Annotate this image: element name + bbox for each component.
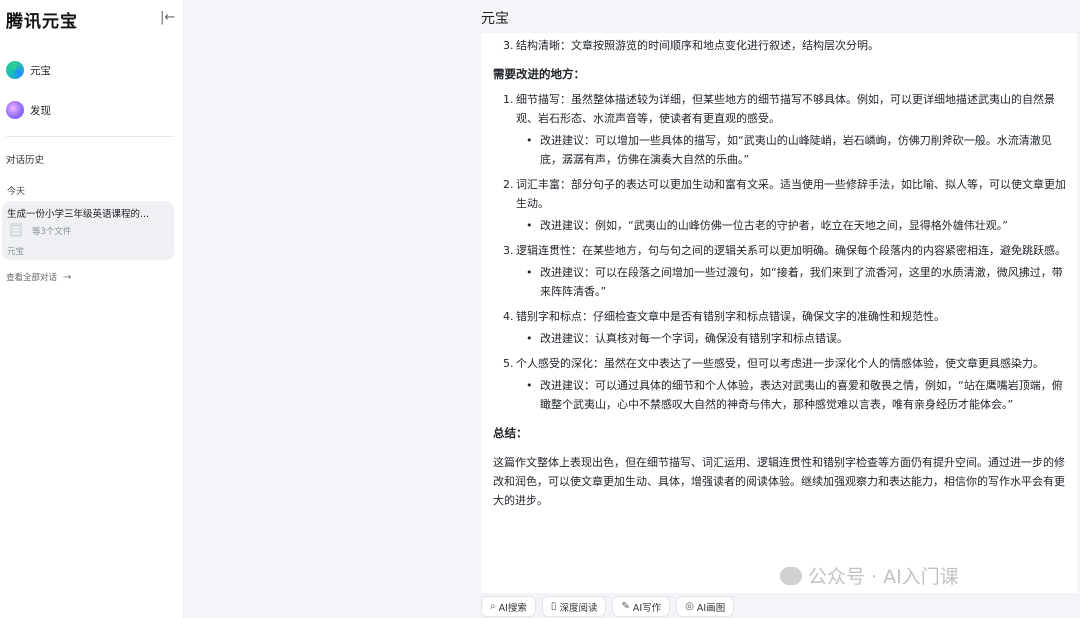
list-number: 3.	[503, 244, 514, 257]
list-text: 词汇丰富：部分句子的表达可以更加生动和富有文采。适当使用一些修辞手法，如比喻、拟…	[516, 178, 1066, 210]
bullet-icon: •	[526, 379, 533, 392]
bullet-icon: •	[526, 332, 533, 345]
list-text: 逻辑连贯性：在某些地方，句与句之间的逻辑关系可以更加明确。确保每个段落内的内容紧…	[516, 244, 1066, 257]
list-item: 2. 词汇丰富：部分句子的表达可以更加生动和富有文采。适当使用一些修辞手法，如比…	[493, 175, 1067, 213]
list-item: 5. 个人感受的深化：虽然在文中表达了一些感受，但可以考虑进一步深化个人的情感体…	[493, 354, 1067, 373]
message-content: 3. 结构清晰：文章按照游览的时间顺序和地点变化进行叙述，结构层次分明。 需要改…	[481, 33, 1077, 593]
list-text: 改进建议：可以在段落之间增加一些过渡句，如“接着，我们来到了流香河，这里的水质清…	[540, 266, 1063, 298]
pen-icon: ✎	[621, 601, 630, 612]
chat-history-item[interactable]: 生成一份小学三年级英语课程的... 等3个文件 元宝	[2, 201, 174, 260]
arrow-right-icon: →	[63, 271, 72, 283]
sidebar-item-yuanbao[interactable]: 元宝	[6, 59, 51, 81]
ai-draw-button[interactable]: ◎ AI画图	[676, 596, 735, 617]
bullet-icon: •	[526, 134, 533, 147]
ai-write-button[interactable]: ✎ AI写作	[612, 596, 671, 617]
chat-source: 元宝	[7, 247, 25, 257]
file-icon	[10, 223, 22, 237]
wechat-icon	[780, 566, 802, 585]
app-brand: 腾讯元宝	[6, 12, 78, 32]
sub-list-item: • 改进建议：认真核对每一个字词，确保没有错别字和标点错误。	[493, 329, 1067, 348]
history-title: 对话历史	[6, 155, 45, 166]
watermark: 公众号 · AI入门课	[780, 562, 959, 589]
discover-icon	[6, 101, 24, 119]
sub-list-item: • 改进建议：可以增加一些具体的描写，如“武夷山的山峰陡峭，岩石嶙峋，仿佛刀削斧…	[493, 131, 1067, 169]
book-icon: ▯	[550, 601, 557, 612]
section-heading: 需要改进的地方：	[493, 67, 585, 81]
tool-label: AI写作	[632, 602, 662, 614]
deep-read-button[interactable]: ▯ 深度阅读	[541, 596, 607, 617]
sub-list-item: • 改进建议：可以在段落之间增加一些过渡句，如“接着，我们来到了流香河，这里的水…	[493, 263, 1067, 301]
search-icon: ⌕	[490, 601, 496, 612]
view-all-chats-link[interactable]: 查看全部对话 →	[6, 271, 72, 284]
list-text: 改进建议：可以增加一些具体的描写，如“武夷山的山峰陡峭，岩石嶙峋，仿佛刀削斧砍一…	[540, 134, 1052, 166]
list-item: 1. 细节描写：虽然整体描述较为详细，但某些地方的细节描写不够具体。例如，可以更…	[493, 90, 1067, 128]
list-text: 改进建议：认真核对每一个字词，确保没有错别字和标点错误。	[540, 332, 848, 345]
sidebar-divider	[6, 136, 174, 137]
history-group-today: 今天	[7, 187, 26, 197]
sidebar: 腾讯元宝 |← 元宝 发现 对话历史 今天 生成一份小学三年级英语课程的... …	[0, 0, 184, 618]
summary-heading: 总结：	[493, 426, 528, 440]
tool-label: AI画图	[696, 602, 726, 614]
chat-title: 生成一份小学三年级英语课程的...	[7, 209, 150, 220]
watermark-text: 公众号 · AI入门课	[808, 566, 959, 588]
list-number: 2.	[503, 178, 514, 191]
tool-label: 深度阅读	[559, 602, 598, 614]
list-text: 个人感受的深化：虽然在文中表达了一些感受，但可以考虑进一步深化个人的情感体验，使…	[516, 357, 1044, 370]
view-all-label: 查看全部对话	[6, 273, 58, 283]
sidebar-item-discover[interactable]: 发现	[6, 99, 51, 121]
list-text: 结构清晰：文章按照游览的时间顺序和地点变化进行叙述，结构层次分明。	[516, 39, 879, 52]
ai-search-button[interactable]: ⌕ AI搜索	[481, 596, 536, 617]
sub-list-item: • 改进建议：可以通过具体的细节和个人体验，表达对武夷山的喜爱和敬畏之情，例如，…	[493, 376, 1067, 414]
yuanbao-logo-icon	[6, 61, 24, 79]
list-item: 3. 结构清晰：文章按照游览的时间顺序和地点变化进行叙述，结构层次分明。	[493, 36, 1067, 55]
tool-label: AI搜索	[498, 602, 527, 614]
list-item: 4. 错别字和标点：仔细检查文章中是否有错别字和标点错误，确保文字的准确性和规范…	[493, 307, 1067, 326]
list-number: 1.	[503, 93, 514, 106]
bullet-icon: •	[526, 266, 533, 279]
page-title: 元宝	[481, 11, 509, 27]
list-text: 细节描写：虽然整体描述较为详细，但某些地方的细节描写不够具体。例如，可以更详细地…	[516, 93, 1055, 125]
chat-file-count: 等3个文件	[32, 227, 72, 237]
input-toolbar: ⌕ AI搜索 ▯ 深度阅读 ✎ AI写作 ◎ AI画图	[481, 596, 735, 618]
palette-icon: ◎	[685, 601, 694, 612]
bullet-icon: •	[526, 219, 533, 232]
list-text: 错别字和标点：仔细检查文章中是否有错别字和标点错误，确保文字的准确性和规范性。	[516, 310, 945, 323]
collapse-sidebar-icon[interactable]: |←	[160, 11, 176, 25]
list-item: 3. 逻辑连贯性：在某些地方，句与句之间的逻辑关系可以更加明确。确保每个段落内的…	[493, 241, 1067, 260]
summary-paragraph: 这篇作文整体上表现出色，但在细节描写、词汇运用、逻辑连贯性和错别字检查等方面仍有…	[493, 456, 1065, 507]
list-text: 改进建议：例如，“武夷山的山峰仿佛一位古老的守护者，屹立在天地之间，显得格外雄伟…	[540, 219, 1008, 232]
list-text: 改进建议：可以通过具体的细节和个人体验，表达对武夷山的喜爱和敬畏之情，例如，“站…	[540, 379, 1063, 411]
sidebar-item-label: 元宝	[30, 64, 51, 77]
list-number: 3.	[503, 39, 514, 52]
sub-list-item: • 改进建议：例如，“武夷山的山峰仿佛一位古老的守护者，屹立在天地之间，显得格外…	[493, 216, 1067, 235]
list-number: 4.	[503, 310, 514, 323]
list-number: 5.	[503, 357, 514, 370]
sidebar-item-label: 发现	[30, 104, 51, 117]
